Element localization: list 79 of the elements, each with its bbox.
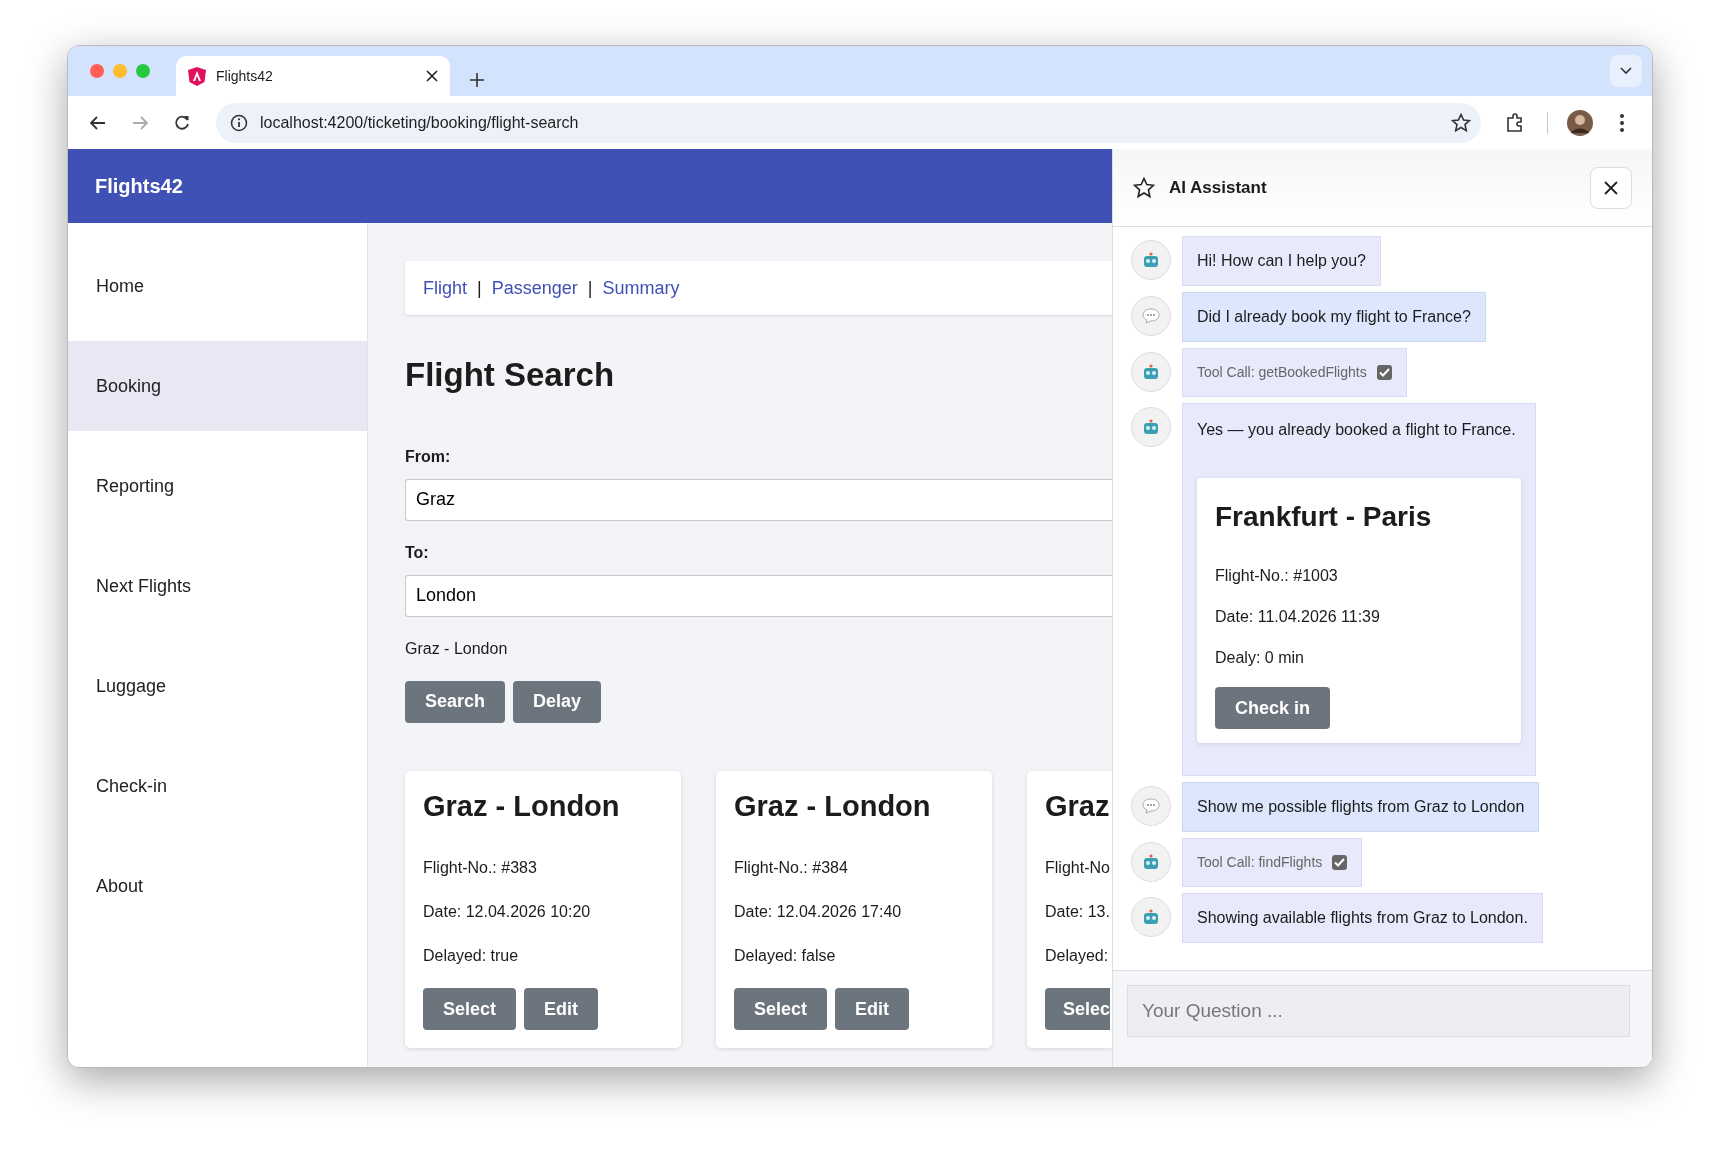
breadcrumb-separator: | (587, 276, 593, 300)
flight-delay: Delayed: true (423, 946, 520, 967)
chat-message: Show me possible flights from Graz to London (1182, 782, 1540, 832)
flight-title: Graz - London (423, 788, 621, 824)
robot-icon (1143, 364, 1159, 380)
brand-title: Flights42 (95, 174, 183, 199)
avatar-icon (1567, 109, 1593, 136)
shield-icon (188, 66, 206, 86)
robot-icon (1143, 909, 1159, 925)
chat-message: Did I already book my flight to France? (1182, 292, 1486, 342)
flight-title: Frankfurt - Paris (1215, 500, 1433, 534)
plus-icon (470, 73, 484, 88)
flight-detail: Date: 11.04.2026 11:39 (1215, 607, 1381, 627)
card-button[interactable]: Edit (524, 988, 599, 1031)
card-button[interactable]: Select (423, 988, 517, 1031)
input-field[interactable]: Graz (405, 478, 1112, 521)
sidebar-item[interactable]: Home (68, 241, 367, 331)
action-button[interactable]: Delay (513, 680, 602, 723)
flight-detail: Dealy: 0 min (1215, 648, 1305, 668)
tool-call-text: Tool Call: findFlights (1197, 853, 1323, 872)
chat-message: Yes — you already booked a flight to France. (1197, 420, 1517, 440)
sidebar-item[interactable]: Next Flights (68, 541, 367, 631)
reload-icon (174, 114, 190, 131)
star-icon[interactable] (1451, 112, 1471, 133)
field-label: To: (405, 542, 430, 563)
sidebar-item[interactable]: About (68, 841, 367, 931)
flight-delay: Delayed: (1045, 946, 1110, 967)
tool-call-text: Tool Call: getBookedFlights (1197, 363, 1367, 382)
sidebar-item[interactable]: Luggage (68, 641, 367, 731)
field-label: From: (405, 446, 452, 467)
flight-title: Graz - London (734, 788, 932, 824)
card-button[interactable]: Select (734, 988, 828, 1031)
more-icon (1619, 112, 1625, 133)
flight-number: Flight-No.: #384 (734, 858, 849, 879)
arrow-left-icon (90, 115, 106, 130)
breadcrumb-separator: | (477, 276, 482, 300)
flight-detail: Flight-No.: #1003 (1215, 566, 1339, 586)
page-title: Flight Search (405, 355, 616, 395)
route-text: Graz - London (405, 638, 509, 659)
puzzle-icon (1505, 112, 1525, 133)
url-text: localhost:4200/ticketing/booking/flight-search (260, 112, 580, 133)
flight-title: Graz (1045, 788, 1111, 824)
breadcrumb-link[interactable]: Summary (602, 274, 680, 302)
breadcrumb-link[interactable]: Passenger (491, 274, 578, 302)
panel-title: AI Assistant (1169, 176, 1268, 199)
flight-number: Flight-No (1045, 858, 1111, 879)
flight-date: Date: 12.04.2026 17:40 (734, 902, 903, 923)
chat-message: Showing available flights from Graz to London. (1182, 893, 1543, 943)
question-field[interactable]: Your Question ... (1127, 985, 1630, 1037)
check-in-button[interactable]: Check in (1215, 687, 1331, 729)
close-icon[interactable] (426, 70, 438, 82)
chat-message: Hi! How can I help you? (1182, 236, 1381, 286)
browser-tab[interactable]: Flights42 (176, 56, 450, 96)
sidebar-item[interactable]: Reporting (68, 441, 367, 531)
tab-list-button[interactable] (1610, 55, 1642, 87)
address-bar[interactable]: localhost:4200/ticketing/booking/flight-search (216, 102, 1481, 143)
speech-bubble-icon (1142, 308, 1160, 324)
flight-date: Date: 13. (1045, 902, 1111, 923)
input-field[interactable]: London (405, 574, 1112, 617)
speech-bubble-icon (1142, 798, 1160, 814)
breadcrumb-link[interactable]: Flight (423, 274, 467, 302)
robot-icon (1143, 854, 1159, 870)
arrow-right-icon (132, 115, 148, 130)
close-button[interactable] (1590, 166, 1632, 209)
tab-title: Flights42 (216, 66, 274, 86)
chevron-down-icon (1620, 67, 1632, 75)
flight-number: Flight-No.: #383 (423, 858, 538, 879)
robot-icon (1143, 419, 1159, 435)
flight-delay: Delayed: false (734, 946, 837, 967)
robot-icon (1143, 252, 1159, 268)
sidebar-item[interactable]: Check-in (68, 741, 367, 831)
sidebar-item[interactable]: Booking (68, 341, 367, 431)
card-button[interactable]: Edit (835, 988, 910, 1031)
info-icon (230, 113, 248, 132)
flight-date: Date: 12.04.2026 10:20 (423, 902, 592, 923)
star-icon (1133, 176, 1155, 199)
close-icon (1604, 180, 1618, 195)
action-button[interactable]: Search (405, 680, 506, 723)
card-button[interactable]: Selec (1045, 988, 1111, 1031)
